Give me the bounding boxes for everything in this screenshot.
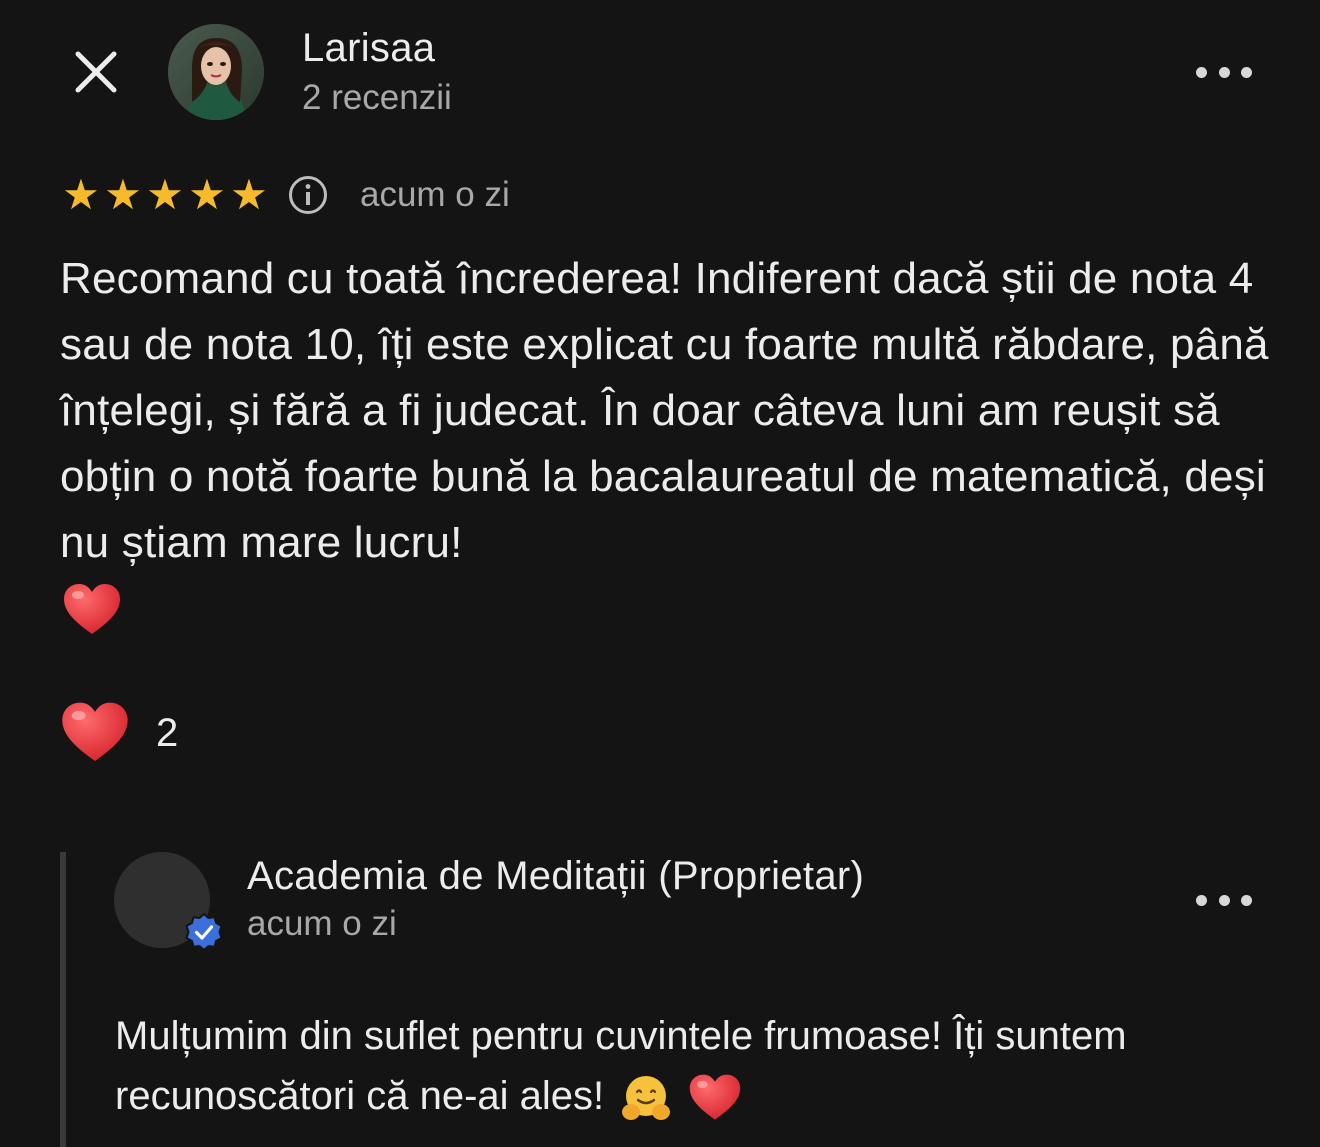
star-icon: ★ <box>104 171 142 218</box>
hugging-face-emoji <box>622 1076 671 1121</box>
reaction-button[interactable]: 2 <box>60 700 178 766</box>
close-icon <box>75 51 117 93</box>
verified-badge-icon <box>184 912 224 952</box>
more-horizontal-icon <box>1196 894 1207 906</box>
reply-time: acum o zi <box>247 904 397 943</box>
review-text-block: Recomand cu toată încrederea! Indiferent… <box>60 246 1285 638</box>
heart-emoji <box>62 702 128 761</box>
rating-row: ★ ★ ★ ★ ★ acum o zi <box>60 170 510 220</box>
star-icon: ★ <box>146 171 184 218</box>
reply-border <box>60 852 66 1147</box>
reaction-count: 2 <box>156 710 179 755</box>
review-more-options-button[interactable] <box>1196 60 1252 84</box>
heart-emoji <box>64 584 120 634</box>
owner-name[interactable]: Academia de Meditații (Proprietar) <box>247 854 864 899</box>
more-horizontal-icon <box>1196 66 1207 78</box>
close-button[interactable] <box>72 48 120 96</box>
reply-text-block: Mulțumim din suflet pentru cuvintele fru… <box>115 1006 1265 1126</box>
heart-emoji <box>690 1075 741 1121</box>
star-icon: ★ <box>188 171 226 218</box>
star-rating: ★ ★ ★ ★ ★ <box>60 174 270 216</box>
reviewer-review-count: 2 recenzii <box>302 78 452 117</box>
review-time: acum o zi <box>360 175 510 214</box>
star-icon: ★ <box>62 171 100 218</box>
reply-more-options-button[interactable] <box>1196 888 1252 912</box>
reviewer-avatar[interactable] <box>168 24 264 120</box>
star-icon: ★ <box>230 171 268 218</box>
reviewer-name[interactable]: Larisaa <box>302 26 435 71</box>
review-text: Recomand cu toată încrederea! Indiferent… <box>60 254 1269 567</box>
info-icon[interactable] <box>288 175 328 215</box>
